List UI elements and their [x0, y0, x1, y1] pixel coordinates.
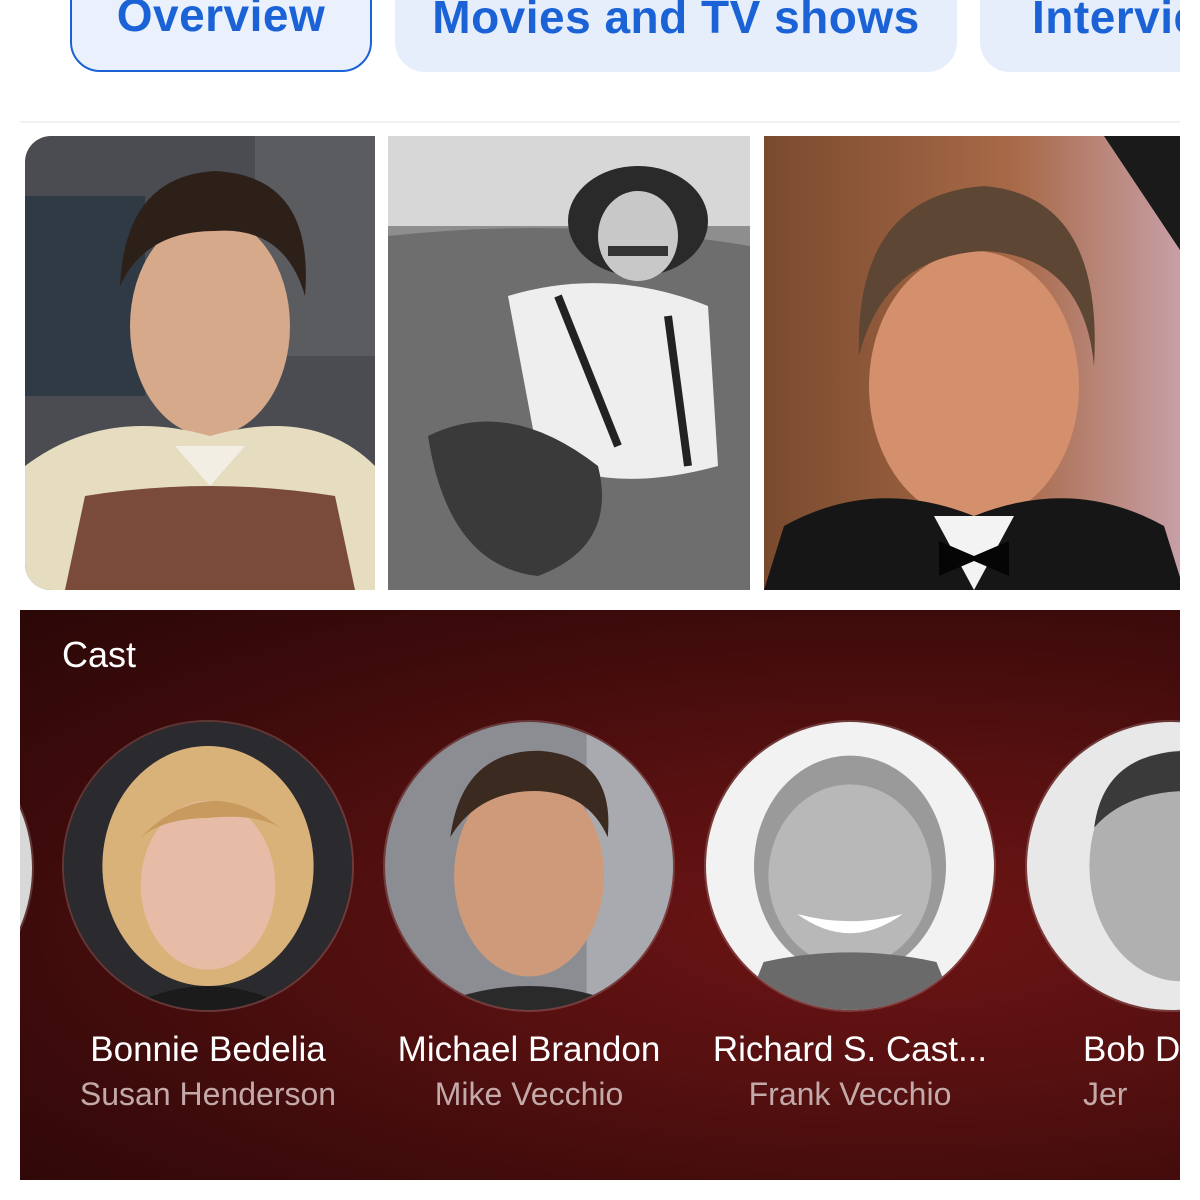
cast-role: Susan Henderson: [79, 1076, 337, 1112]
photo-older-man-tuxedo-image: [764, 136, 1180, 590]
cast-avatar-bob-d[interactable]: [1025, 720, 1180, 1012]
photo-young-man-image: [25, 136, 375, 590]
cast-avatar-richard-s-castellano[interactable]: [704, 720, 996, 1012]
photo-man-on-floor[interactable]: [388, 136, 750, 590]
cast-avatar-partial-image: [20, 717, 32, 1019]
cast-avatar-bonnie-bedelia-image: [64, 722, 352, 1010]
cast-avatar-bonnie-bedelia[interactable]: [62, 720, 354, 1012]
cast-role: Frank Vecchio: [748, 1076, 952, 1112]
tab-bar: Overview Movies and TV shows Intervie: [0, 0, 1180, 90]
cast-heading: Cast: [62, 634, 137, 675]
cast-name[interactable]: Richard S. Cast...: [700, 1030, 1000, 1070]
divider: [20, 121, 1180, 123]
cast-name[interactable]: Bonnie Bedelia: [58, 1030, 358, 1070]
cast-name[interactable]: Bob D: [1025, 1030, 1180, 1070]
cast-avatar-michael-brandon-image: [385, 722, 673, 1010]
photo-young-man[interactable]: [25, 136, 375, 590]
cast-name[interactable]: Michael Brandon: [379, 1030, 679, 1070]
cast-avatar-michael-brandon[interactable]: [383, 720, 675, 1012]
photo-man-on-floor-image: [388, 136, 750, 590]
cast-role: Mike Vecchio: [434, 1076, 624, 1112]
image-carousel: [0, 136, 1180, 590]
cast-avatar-richard-s-castellano-image: [706, 722, 994, 1010]
tab-interviews[interactable]: Intervie: [980, 0, 1180, 72]
cast-avatar-partial[interactable]: [20, 715, 34, 1021]
cast-role: Jer: [1083, 1076, 1128, 1112]
cast-avatar-bob-d-image: [1027, 722, 1180, 1010]
tab-movies-and-tv-shows[interactable]: Movies and TV shows: [395, 0, 957, 72]
tab-overview[interactable]: Overview: [70, 0, 372, 72]
cast-panel: Cast Bonnie Bedelia Susan Henderson Mich…: [20, 610, 1180, 1180]
photo-older-man-tuxedo[interactable]: [764, 136, 1180, 590]
